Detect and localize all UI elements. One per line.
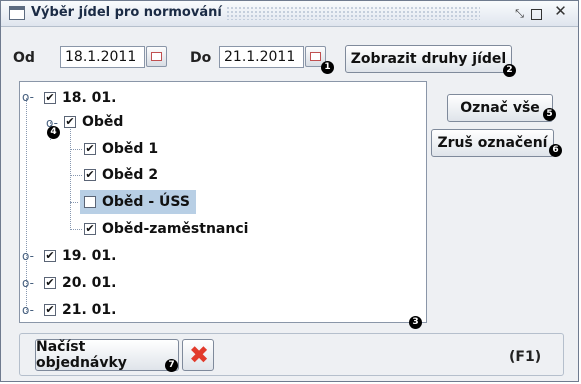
tree-guide-line <box>70 175 82 176</box>
title-bar-grip <box>226 6 480 20</box>
tree-node-label: Oběd 2 <box>102 167 159 183</box>
from-date-field[interactable]: 18.1.2011 <box>60 46 145 68</box>
select-all-button[interactable]: Označ vše <box>447 94 553 122</box>
tree-node-label: 20. 01. <box>62 275 117 291</box>
badge-5: 5 <box>543 108 556 121</box>
tree-node-label: Oběd 1 <box>102 141 159 157</box>
expand-handle-icon[interactable]: o- <box>22 91 34 103</box>
tree-node-obed-1[interactable]: ✔ Oběd 1 <box>84 139 158 159</box>
checkbox-icon[interactable]: ✔ <box>64 116 76 128</box>
minimize-icon[interactable]: ⤡ <box>513 7 526 20</box>
from-label: Od <box>13 50 35 66</box>
show-meal-types-button[interactable]: Zobrazit druhy jídel <box>345 45 512 73</box>
calendar-icon <box>310 52 321 61</box>
tree-guide-line <box>70 126 71 230</box>
badge-1: 1 <box>321 61 334 74</box>
checkbox-icon[interactable]: ✔ <box>84 169 96 181</box>
meal-tree[interactable]: o- ✔ 18. 01. o- ✔ Oběd 4 ✔ Oběd 1 ✔ Oběd 2 O… <box>19 81 427 329</box>
tree-guide-line <box>70 229 82 230</box>
calendar-icon <box>151 52 162 61</box>
dialog-window: Výběr jídel pro normování ⤡ ✕ Od 18.1.20… <box>0 0 579 382</box>
tree-guide-line <box>70 149 82 150</box>
tree-node-19-01[interactable]: ✔ 19. 01. <box>44 246 116 266</box>
maximize-icon[interactable] <box>531 9 542 20</box>
badge-7: 7 <box>165 359 178 372</box>
badge-2: 2 <box>503 64 516 77</box>
tree-node-20-01[interactable]: ✔ 20. 01. <box>44 273 116 293</box>
tree-node-obed-zamestnanci[interactable]: ✔ Oběd-zaměstnanci <box>84 219 248 239</box>
to-date-field[interactable]: 21.1.2011 <box>219 46 304 68</box>
deselect-all-button[interactable]: Zruš označení <box>431 129 554 157</box>
title-bar: Výběr jídel pro normování ⤡ ✕ <box>1 1 578 27</box>
checkbox-icon[interactable]: ✔ <box>44 277 56 289</box>
checkbox-icon[interactable]: ✔ <box>44 250 56 262</box>
tree-node-label: Oběd-zaměstnanci <box>102 221 249 237</box>
tree-guide-line <box>70 202 78 203</box>
tree-node-label: 21. 01. <box>62 302 117 318</box>
tree-node-obed-uss[interactable]: Oběd - ÚSS <box>80 190 196 214</box>
tree-node-18-01[interactable]: ✔ 18. 01. <box>44 88 116 108</box>
red-x-icon: ✖ <box>189 341 210 369</box>
cancel-button[interactable]: ✖ <box>182 339 214 371</box>
expand-handle-icon[interactable]: o- <box>22 304 34 316</box>
hotkey-label: (F1) <box>509 349 542 365</box>
badge-4: 4 <box>47 126 60 139</box>
close-icon[interactable]: ✕ <box>554 4 567 19</box>
checkbox-icon[interactable]: ✔ <box>44 304 56 316</box>
checkbox-icon[interactable]: ✔ <box>84 143 96 155</box>
tree-node-obed[interactable]: ✔ Oběd <box>64 112 123 132</box>
expand-handle-icon[interactable]: o- <box>22 250 34 262</box>
from-calendar-button[interactable] <box>146 46 167 67</box>
checkbox-icon[interactable]: ✔ <box>84 223 96 235</box>
window-title: Výběr jídel pro normování <box>31 5 222 20</box>
tree-node-label: Oběd <box>82 114 124 130</box>
load-orders-button[interactable]: Načíst objednávky <box>35 339 179 371</box>
expand-handle-icon[interactable]: o- <box>22 277 34 289</box>
tree-node-obed-2[interactable]: ✔ Oběd 2 <box>84 165 158 185</box>
to-label-text: Do <box>190 50 212 66</box>
badge-3: 3 <box>409 316 422 329</box>
checkbox-icon[interactable]: ✔ <box>44 92 56 104</box>
tree-node-label: Oběd - ÚSS <box>102 194 190 210</box>
window-icon <box>9 6 25 20</box>
tree-node-label: 18. 01. <box>62 90 117 106</box>
tree-node-label: 19. 01. <box>62 248 117 264</box>
checkbox-icon[interactable] <box>84 196 96 208</box>
tree-node-21-01[interactable]: ✔ 21. 01. <box>44 300 116 320</box>
badge-6: 6 <box>549 144 562 157</box>
